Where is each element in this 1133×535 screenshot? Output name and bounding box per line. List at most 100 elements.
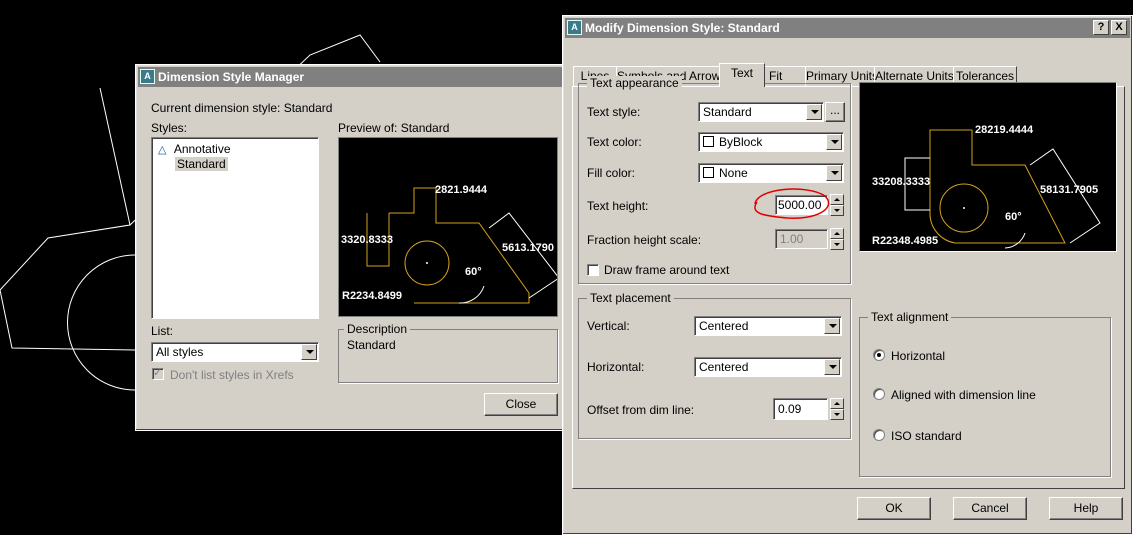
horizontal-value: Centered xyxy=(699,360,749,374)
modify-title: Modify Dimension Style: Standard xyxy=(585,21,780,35)
preview-angle: 60° xyxy=(1005,211,1022,223)
close-button[interactable]: Close xyxy=(484,393,558,416)
preview-angle-arc xyxy=(458,285,485,304)
fraction-height-label: Fraction height scale: xyxy=(587,233,702,247)
offset-label: Offset from dim line: xyxy=(587,403,695,417)
description-title: Description xyxy=(344,322,411,336)
preview-top-dim: 28219.4444 xyxy=(975,124,1034,136)
fill-color-value-wrap: None xyxy=(703,166,748,180)
cad-arc-shape xyxy=(67,254,136,391)
ok-button-label: OK xyxy=(885,501,903,515)
text-style-value: Standard xyxy=(703,105,752,119)
list-label: List: xyxy=(151,324,174,338)
list-item-standard[interactable]: Standard xyxy=(175,157,228,171)
text-placement-group: Text placement Vertical: Centered Horizo… xyxy=(578,291,851,439)
close-icon[interactable]: X xyxy=(1111,20,1127,35)
help-icon[interactable]: ? xyxy=(1093,20,1109,35)
modify-preview: 28219.4444 33208.3333 58131.7905 60° R22… xyxy=(859,82,1117,252)
preview-angle-arc xyxy=(1004,232,1026,249)
browse-label: ... xyxy=(829,103,840,117)
chevron-down-icon[interactable] xyxy=(826,165,842,181)
horizontal-dropdown[interactable]: Centered xyxy=(694,357,842,377)
vertical-dropdown[interactable]: Centered xyxy=(694,316,842,336)
preview-left-dim: 33208.3333 xyxy=(872,176,931,188)
app-icon: A xyxy=(567,20,582,35)
spin-down-icon[interactable] xyxy=(830,409,844,420)
check-icon: ✓ xyxy=(153,367,163,379)
preview-arc xyxy=(929,158,956,244)
preview-drawing xyxy=(904,129,1101,249)
modify-title-bar[interactable]: A Modify Dimension Style: Standard ? X xyxy=(565,18,1130,38)
chevron-down-icon[interactable] xyxy=(301,344,317,360)
chevron-down-icon[interactable] xyxy=(826,134,842,150)
color-swatch-icon xyxy=(703,167,714,178)
red-highlight-circle xyxy=(754,188,830,219)
xref-checkbox[interactable]: ✓ xyxy=(152,367,164,380)
cancel-button[interactable]: Cancel xyxy=(953,497,1027,520)
cancel-button-label: Cancel xyxy=(971,501,1009,515)
preview-label: Preview of: Standard xyxy=(338,121,450,135)
style-name: Standard xyxy=(177,157,226,171)
text-color-dropdown[interactable]: ByBlock xyxy=(698,132,844,152)
list-filter-value: All styles xyxy=(156,345,204,359)
radio-aligned-with-dimension-line[interactable] xyxy=(873,388,885,400)
list-filter-dropdown[interactable]: All styles xyxy=(151,342,319,362)
vertical-value: Centered xyxy=(699,319,749,333)
radio-horizontal-label: Horizontal xyxy=(891,349,946,363)
modify-dimension-style-dialog: A Modify Dimension Style: Standard ? X L… xyxy=(562,15,1133,535)
chevron-down-icon[interactable] xyxy=(824,359,840,375)
chevron-down-icon[interactable] xyxy=(824,318,840,334)
text-style-dropdown[interactable]: Standard xyxy=(698,102,824,122)
style-name: Annotative xyxy=(173,142,231,156)
fraction-height-value: 1.00 xyxy=(780,232,804,246)
radio-aligned-label: Aligned with dimension line xyxy=(891,388,1036,402)
offset-spinner[interactable] xyxy=(830,398,844,420)
text-appearance-title: Text appearance xyxy=(587,76,682,90)
ok-button[interactable]: OK xyxy=(857,497,931,520)
preview-top-dim: 2821.9444 xyxy=(435,184,487,196)
spin-down-icon[interactable] xyxy=(830,239,844,250)
list-item-annotative[interactable]: △ Annotative xyxy=(158,142,231,156)
text-appearance-group: Text appearance Text style: Standard ...… xyxy=(578,76,851,284)
styles-label: Styles: xyxy=(151,121,188,135)
radio-iso-label: ISO standard xyxy=(891,429,962,443)
spin-up-icon[interactable] xyxy=(830,228,844,239)
help-button-label: Help xyxy=(1073,501,1099,515)
preview-left-dim: 3320.8333 xyxy=(341,234,393,246)
fill-color-dropdown[interactable]: None xyxy=(698,163,844,183)
description-group: Description Standard xyxy=(338,322,558,383)
offset-input[interactable]: 0.09 xyxy=(773,398,828,420)
manager-title: Dimension Style Manager xyxy=(158,70,305,84)
help-button[interactable]: Help xyxy=(1049,497,1123,520)
fraction-height-input[interactable]: 1.00 xyxy=(775,229,828,249)
draw-frame-label: Draw frame around text xyxy=(604,263,730,277)
tab-text[interactable]: Text xyxy=(719,63,765,87)
draw-frame-checkbox[interactable] xyxy=(587,264,599,276)
styles-list[interactable]: △ Annotative Standard xyxy=(151,137,319,319)
vertical-label: Vertical: xyxy=(587,319,630,333)
offset-value: 0.09 xyxy=(778,402,802,416)
radio-iso-standard[interactable] xyxy=(873,429,885,441)
text-alignment-group: Text alignment Horizontal Aligned with d… xyxy=(859,310,1111,477)
fill-color-label: Fill color: xyxy=(587,166,636,180)
fill-color-value: None xyxy=(719,166,748,180)
preview-right-dim: 5613.1790 xyxy=(502,242,554,254)
xref-checkbox-label: Don't list styles in Xrefs xyxy=(170,368,294,382)
manager-preview: 2821.9444 3320.8333 5613.1790 60° R2234.… xyxy=(338,137,558,317)
close-button-label: Close xyxy=(505,397,537,411)
preview-center xyxy=(426,262,428,264)
description-text: Standard xyxy=(347,338,396,352)
text-style-label: Text style: xyxy=(587,105,641,119)
radio-horizontal[interactable] xyxy=(873,349,885,361)
spin-up-icon[interactable] xyxy=(830,398,844,409)
text-style-browse-button[interactable]: ... xyxy=(825,102,845,122)
text-color-value: ByBlock xyxy=(719,135,763,149)
horizontal-label: Horizontal: xyxy=(587,360,645,374)
chevron-down-icon[interactable] xyxy=(806,104,822,120)
preview-angle: 60° xyxy=(465,266,482,278)
annotative-icon: △ xyxy=(158,144,167,156)
fraction-height-spinner[interactable] xyxy=(830,228,844,250)
manager-title-bar[interactable]: A Dimension Style Manager xyxy=(138,67,572,87)
preview-radius: R22348.4985 xyxy=(872,235,939,247)
preview-right-dim: 58131.7905 xyxy=(1040,184,1099,196)
